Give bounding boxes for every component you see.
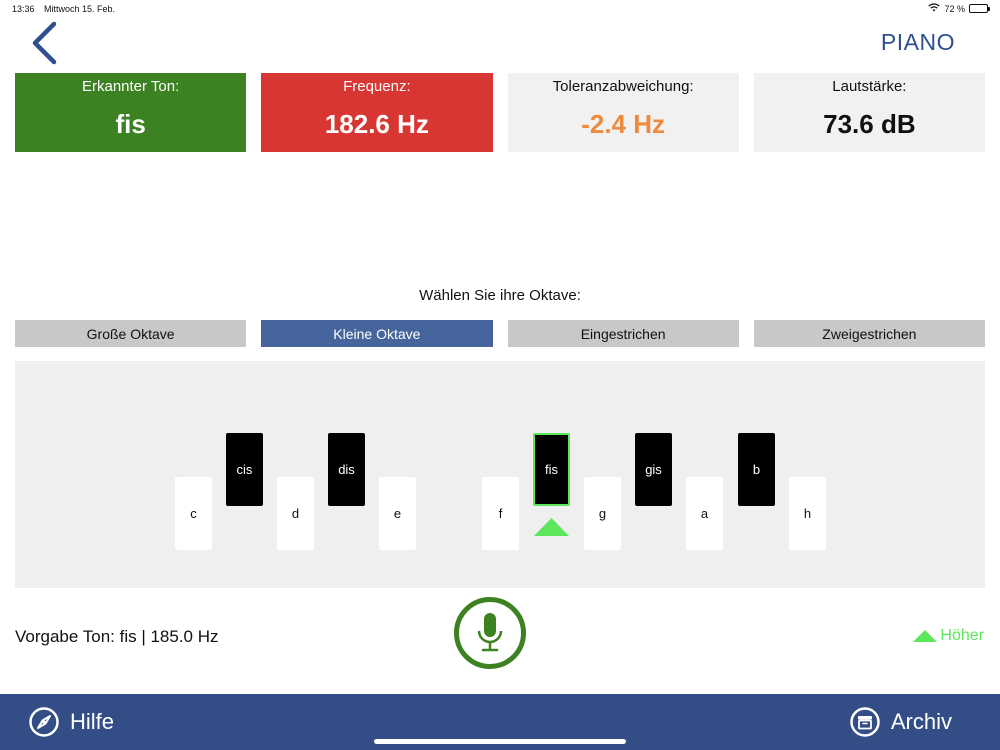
octave-selector: Große Oktave Kleine Oktave Eingestrichen…: [15, 320, 985, 347]
octave-grosse-button[interactable]: Große Oktave: [15, 320, 247, 347]
page-title: PIANO: [880, 29, 955, 55]
info-cards: Erkannter Ton: fis Frequenz: 182.6 Hz To…: [15, 73, 985, 152]
key-e[interactable]: e: [379, 477, 416, 550]
detected-note-card: Erkannter Ton: fis: [15, 73, 247, 152]
key-d[interactable]: d: [277, 477, 314, 550]
key-dis[interactable]: dis: [328, 433, 365, 506]
selected-key-pointer-icon: [534, 518, 569, 536]
direction-label: Höher: [940, 627, 984, 644]
volume-label: Lautstärke:: [832, 78, 907, 95]
detected-note-label: Erkannter Ton:: [81, 78, 180, 95]
detected-note-value: fis: [115, 109, 146, 139]
battery-percent: 72 %: [944, 3, 965, 14]
tolerance-label: Toleranzabweichung:: [552, 78, 694, 95]
home-indicator: [374, 739, 626, 744]
archive-label: Archiv: [890, 709, 952, 734]
key-g[interactable]: g: [584, 477, 621, 550]
chevron-left-icon: [32, 21, 57, 65]
octave-kleine-button[interactable]: Kleine Oktave: [261, 320, 493, 347]
key-f[interactable]: f: [482, 477, 519, 550]
help-label: Hilfe: [70, 709, 115, 734]
battery-icon: [969, 4, 990, 13]
key-fis[interactable]: fis: [533, 433, 570, 506]
piano-keyboard: c d e f g a h cis dis fis gis b: [15, 361, 985, 588]
key-c[interactable]: c: [175, 477, 212, 550]
microphone-button[interactable]: [454, 597, 526, 669]
target-note: Vorgabe Ton: fis | 185.0 Hz: [15, 627, 219, 646]
compass-icon: [29, 707, 59, 737]
octave-zweigestrichen-button[interactable]: Zweigestrichen: [753, 320, 985, 347]
back-button[interactable]: [24, 18, 64, 68]
tolerance-value: -2.4 Hz: [581, 109, 666, 139]
direction-indicator: Höher: [912, 627, 984, 645]
status-date: Mittwoch 15. Feb.: [44, 4, 116, 14]
help-tab[interactable]: Hilfe: [28, 706, 114, 738]
key-cis[interactable]: cis: [226, 433, 263, 506]
status-time: 13:36: [12, 4, 35, 14]
archive-icon: [850, 707, 880, 737]
status-bar: 13:36 Mittwoch 15. Feb. 72 %: [0, 0, 1000, 18]
key-b[interactable]: b: [738, 433, 775, 506]
key-h[interactable]: h: [789, 477, 826, 550]
key-a[interactable]: a: [686, 477, 723, 550]
arrow-up-icon: [913, 630, 938, 642]
octave-prompt: Wählen Sie ihre Oktave:: [419, 287, 581, 304]
frequency-card: Frequenz: 182.6 Hz: [261, 73, 493, 152]
tolerance-card: Toleranzabweichung: -2.4 Hz: [507, 73, 739, 152]
key-gis[interactable]: gis: [635, 433, 672, 506]
volume-value: 73.6 dB: [823, 109, 916, 139]
frequency-value: 182.6 Hz: [324, 109, 429, 139]
status-indicators: 72 %: [928, 3, 990, 14]
archive-tab[interactable]: Archiv: [849, 706, 952, 738]
microphone-icon: [477, 613, 503, 652]
bottom-tab-bar: Hilfe Archiv: [0, 694, 1000, 750]
octave-eingestrichen-button[interactable]: Eingestrichen: [507, 320, 739, 347]
volume-card: Lautstärke: 73.6 dB: [753, 73, 985, 152]
frequency-label: Frequenz:: [343, 78, 411, 95]
wifi-icon: [928, 3, 941, 14]
